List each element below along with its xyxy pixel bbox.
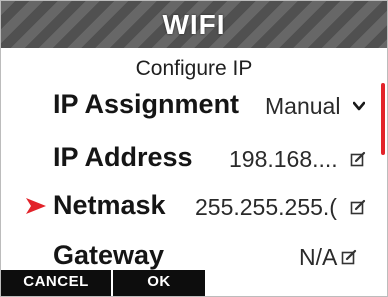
edit-icon[interactable]: [341, 249, 357, 265]
row-value-ip-assignment: Manual: [265, 93, 341, 119]
row-ip-address[interactable]: IP Address 198.168....: [1, 136, 377, 180]
cancel-button[interactable]: CANCEL: [1, 270, 111, 296]
row-label-ip-address: IP Address: [53, 142, 193, 172]
row-label-ip-assignment: IP Assignment: [53, 89, 240, 119]
row-value-netmask: 255.255.255.(: [195, 194, 337, 220]
screen-title: WIFI: [162, 8, 226, 40]
softkey-bar: CANCEL OK: [1, 270, 231, 296]
row-value-gateway: N/A: [299, 244, 338, 270]
edit-icon[interactable]: [350, 151, 366, 167]
row-ip-assignment[interactable]: IP Assignment Manual: [1, 83, 377, 127]
row-label-gateway: Gateway: [53, 240, 165, 270]
screen-subtitle: Configure IP: [135, 57, 253, 80]
row-netmask[interactable]: Netmask 255.255.255.(: [1, 184, 377, 228]
header-bar: WIFI: [1, 1, 387, 48]
row-label-netmask: Netmask: [53, 190, 166, 220]
row-value-ip-address: 198.168....: [229, 146, 338, 172]
scrollbar[interactable]: [381, 83, 385, 155]
device-screen: WIFI Configure IP IP Assignment Manual I…: [0, 0, 388, 297]
chevron-down-icon[interactable]: [353, 101, 365, 111]
edit-icon[interactable]: [350, 199, 366, 215]
ok-button[interactable]: OK: [113, 270, 205, 296]
selection-arrow-icon: [26, 198, 46, 214]
